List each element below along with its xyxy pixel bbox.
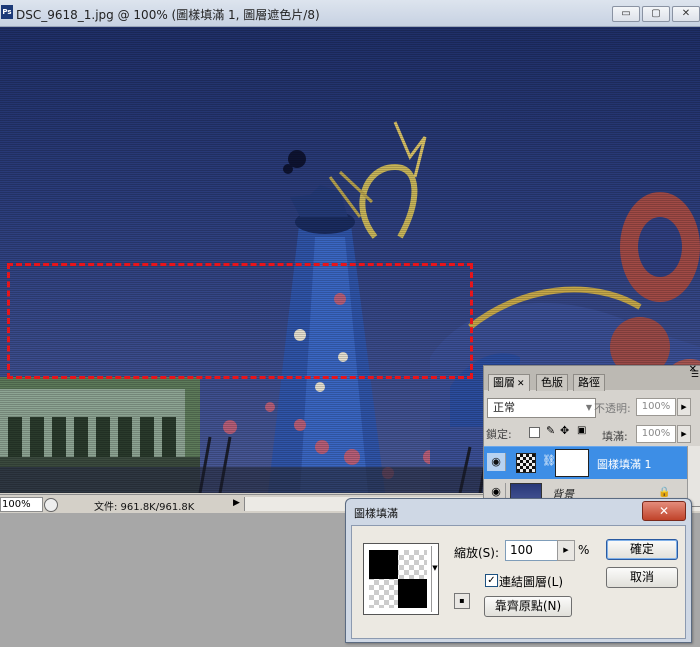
photoshop-icon: Ps xyxy=(1,5,13,19)
dialog-close-button[interactable]: ✕ xyxy=(642,501,686,521)
zoom-field[interactable]: 100% xyxy=(0,497,43,512)
document-title: DSC_9618_1.jpg @ 100% (圖樣填滿 1, 圖層遮色片/8) xyxy=(16,8,320,22)
lock-all-icon[interactable]: ▣ xyxy=(577,425,586,436)
panel-menu-icon[interactable]: ☰ xyxy=(691,370,699,380)
selection-marquee xyxy=(7,263,473,379)
fill-arrow-icon[interactable]: ▶ xyxy=(677,425,691,443)
layer-name: 圖樣填滿 1 xyxy=(597,458,652,471)
pattern-square xyxy=(398,579,427,608)
new-preset-icon[interactable]: ▪ xyxy=(454,593,470,609)
layers-panel: 圖層 ✕ 色版 路徑 ✕ ☰ 正常 ▼ 不透明: 100% ▶ 鎖定: ✎ ✥ ▣ … xyxy=(483,364,700,507)
fill-field[interactable]: 100% xyxy=(636,425,676,443)
fill-label: 填滿: xyxy=(602,430,628,443)
scale-unit: % xyxy=(578,543,590,557)
lock-label: 鎖定: xyxy=(486,428,512,441)
status-menu-icon[interactable] xyxy=(44,498,58,512)
dialog-title: 圖樣填滿 xyxy=(354,507,398,520)
snap-to-origin-button[interactable]: 靠齊原點(N) xyxy=(484,596,572,617)
layer-row-pattern-fill[interactable]: ◉ ⛓ 圖樣填滿 1 xyxy=(484,446,687,479)
opacity-field[interactable]: 100% xyxy=(636,398,676,416)
scale-input[interactable]: 100 xyxy=(505,540,559,561)
eye-icon[interactable]: ◉ xyxy=(487,453,506,471)
pattern-preview xyxy=(369,550,427,608)
scale-label: 縮放(S): xyxy=(454,546,500,560)
cancel-button[interactable]: 取消 xyxy=(606,567,678,588)
status-arrow-icon[interactable]: ▶ xyxy=(233,498,240,508)
dialog-body: ▼ ▪ 縮放(S): 100 ▶ % ✓ 連結圖層(L) 確定 取消 靠齊原點(… xyxy=(351,525,686,639)
blend-mode-select[interactable]: 正常 ▼ xyxy=(487,398,596,418)
mask-thumbnail[interactable] xyxy=(555,449,589,477)
lock-transparent-icon[interactable] xyxy=(529,427,540,438)
ok-button[interactable]: 確定 xyxy=(606,539,678,560)
lock-icon: 🔒 xyxy=(658,487,671,498)
document-title-bar[interactable]: Ps DSC_9618_1.jpg @ 100% (圖樣填滿 1, 圖層遮色片/… xyxy=(0,0,700,27)
tab-channels[interactable]: 色版 xyxy=(536,374,568,391)
maximize-button[interactable]: ▢ xyxy=(642,6,670,22)
chevron-down-icon[interactable]: ▼ xyxy=(431,546,438,612)
link-layer-checkbox[interactable]: ✓ xyxy=(485,574,498,587)
lock-move-icon[interactable]: ✥ xyxy=(560,424,569,437)
close-button[interactable]: ✕ xyxy=(672,6,700,22)
lock-brush-icon[interactable]: ✎ xyxy=(546,424,555,437)
opacity-arrow-icon[interactable]: ▶ xyxy=(677,398,691,416)
pattern-fill-dialog: 圖樣填滿 ✕ ▼ ▪ 縮放(S): 100 ▶ % ✓ 連結圖層(L) 確定 取… xyxy=(345,498,692,643)
file-info: 文件: 961.8K/961.8K xyxy=(94,502,195,513)
tab-layers[interactable]: 圖層 ✕ xyxy=(488,374,530,391)
panel-tab-bar: 圖層 ✕ 色版 路徑 ✕ ☰ xyxy=(484,364,700,391)
tab-layers-label: 圖層 xyxy=(493,376,515,389)
pattern-picker[interactable]: ▼ xyxy=(363,543,439,615)
scale-arrow-icon[interactable]: ▶ xyxy=(557,540,575,561)
tab-close-icon[interactable]: ✕ xyxy=(517,379,525,389)
link-layer-label[interactable]: 連結圖層(L) xyxy=(499,573,563,590)
chain-icon[interactable]: ⛓ xyxy=(542,454,556,467)
tab-paths[interactable]: 路徑 xyxy=(573,374,605,391)
pattern-thumbnail[interactable] xyxy=(516,453,536,473)
minimize-button[interactable]: ▭ xyxy=(612,6,640,22)
chevron-down-icon: ▼ xyxy=(585,403,592,412)
vertical-scrollbar[interactable] xyxy=(687,446,700,506)
pattern-square xyxy=(369,550,398,579)
opacity-label: 不透明: xyxy=(594,402,631,415)
blend-mode-value: 正常 xyxy=(493,401,515,414)
